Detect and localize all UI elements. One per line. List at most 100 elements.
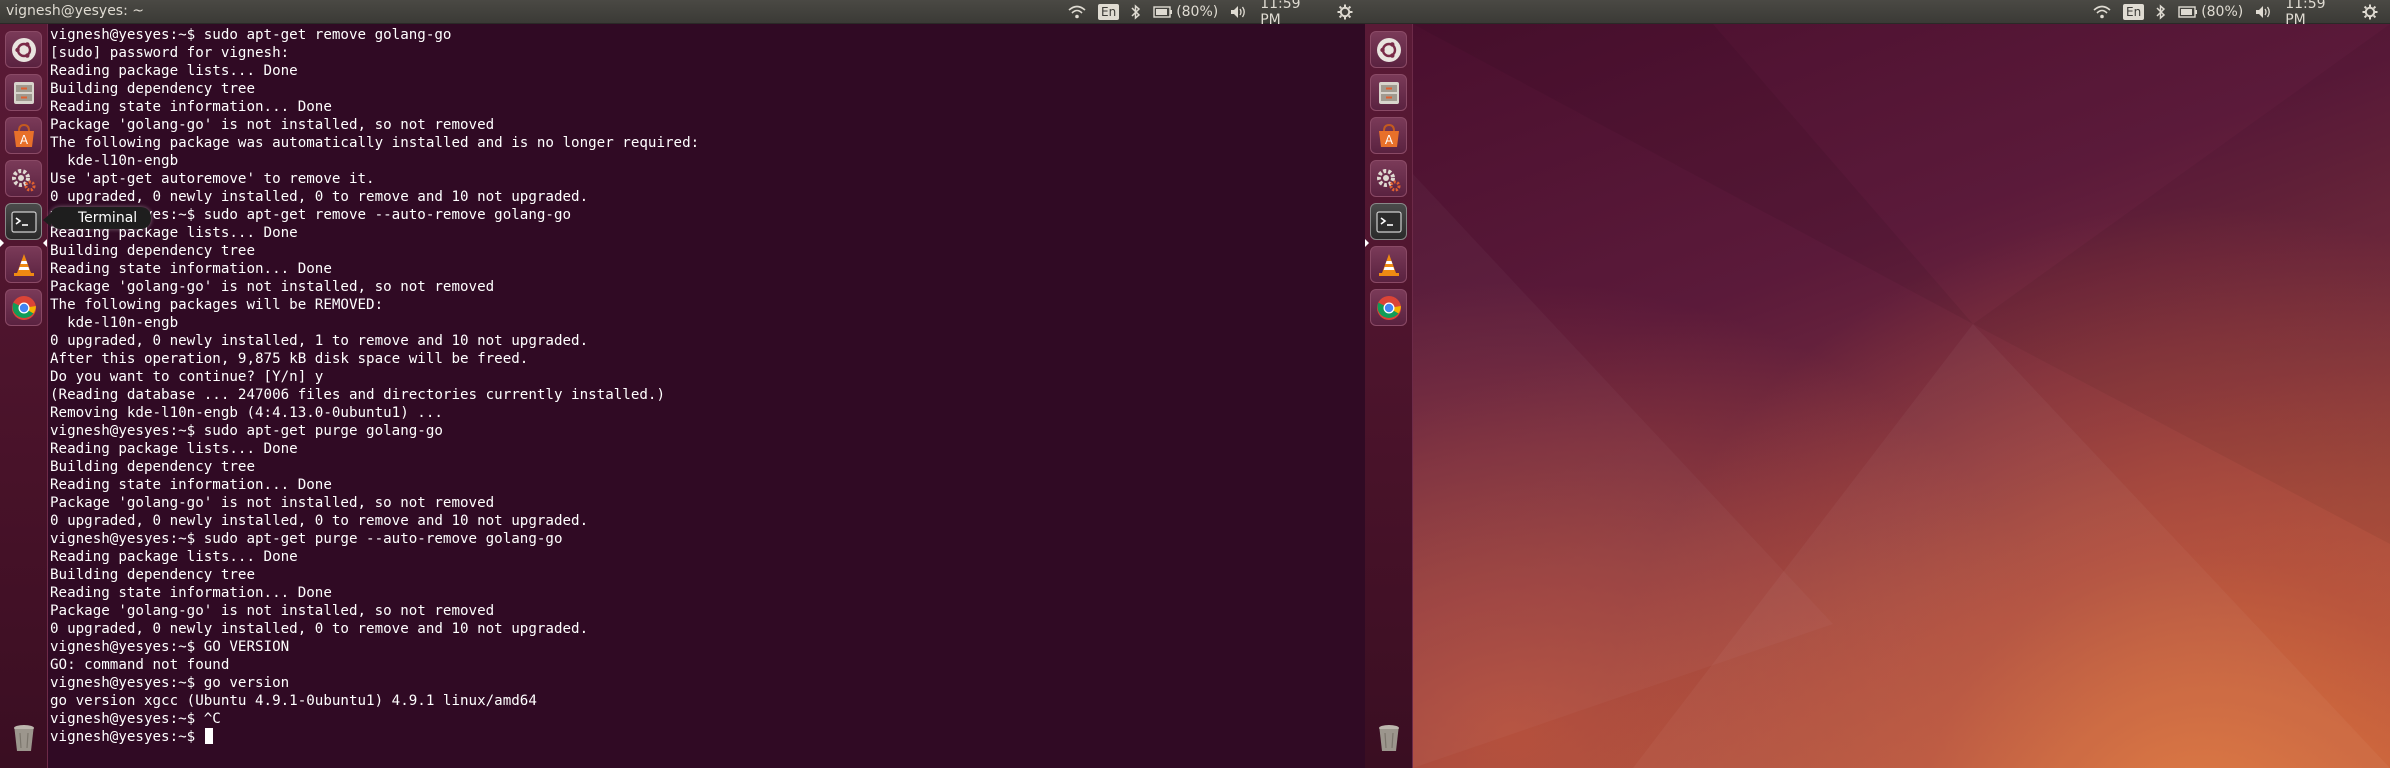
battery-percent: (80%)	[2201, 4, 2244, 20]
battery-icon	[1153, 6, 1173, 18]
terminal-line: vignesh@yesyes:~$ GO VERSION	[50, 639, 290, 655]
terminal-line: Use 'apt-get autoremove' to remove it.	[50, 171, 375, 187]
terminal-line: Package 'golang-go' is not installed, so…	[50, 117, 495, 133]
bluetooth-icon[interactable]	[1131, 4, 1141, 20]
terminal-line: 0 upgraded, 0 newly installed, 0 to remo…	[50, 189, 589, 205]
terminal-line: vignesh@yesyes:~$ ^C	[50, 711, 221, 727]
terminal-line: Package 'golang-go' is not installed, so…	[50, 279, 495, 295]
file-cabinet-icon	[13, 81, 34, 104]
terminal-line: Reading state information... Done	[50, 477, 332, 493]
terminal-line: Reading package lists... Done	[50, 441, 298, 457]
chrome-icon	[1376, 295, 1401, 320]
terminal-button[interactable]	[5, 203, 42, 240]
volume-icon[interactable]	[1230, 5, 1248, 19]
keyboard-layout-indicator[interactable]: En	[2123, 4, 2145, 20]
terminal-line: vignesh@yesyes:~$ sudo apt-get purge gol…	[50, 423, 443, 439]
terminal-line: Building dependency tree	[50, 81, 255, 97]
wifi-icon[interactable]	[2093, 5, 2111, 19]
terminal-line: Reading state information... Done	[50, 585, 332, 601]
settings-gears-icon	[1376, 168, 1400, 191]
gear-icon[interactable]	[1337, 4, 1353, 20]
trash-icon	[13, 724, 34, 751]
terminal-line: kde-l10n-engb	[50, 315, 179, 331]
terminal-line: [sudo] password for vignesh:	[50, 45, 290, 61]
terminal-line: Package 'golang-go' is not installed, so…	[50, 495, 495, 511]
terminal-line: vignesh@yesyes:~$ sudo apt-get purge --a…	[50, 531, 563, 547]
chrome-button[interactable]	[5, 289, 42, 326]
vlc-button[interactable]	[5, 246, 42, 283]
terminal-output: vignesh@yesyes:~$ sudo apt-get remove go…	[50, 26, 699, 746]
svg-text:A: A	[19, 133, 28, 147]
terminal-line: go version xgcc (Ubuntu 4.9.1-0ubuntu1) …	[50, 693, 537, 709]
battery-indicator[interactable]: (80%)	[1153, 4, 1218, 20]
terminal-line: Package 'golang-go' is not installed, so…	[50, 603, 495, 619]
terminal-line: Reading state information... Done	[50, 99, 332, 115]
system-settings-button[interactable]	[5, 160, 42, 197]
trash-button[interactable]	[5, 719, 42, 756]
terminal-line: 0 upgraded, 0 newly installed, 0 to remo…	[50, 621, 589, 637]
terminal-line: kde-l10n-engb	[50, 153, 179, 169]
launcher-right: A	[1365, 24, 1413, 768]
ubuntu-logo-icon	[11, 37, 36, 62]
terminal-line: Building dependency tree	[50, 243, 255, 259]
vlc-button[interactable]	[1370, 246, 1407, 283]
chrome-icon	[11, 295, 36, 320]
volume-icon[interactable]	[2255, 5, 2273, 19]
terminal-window[interactable]: vignesh@yesyes:~$ sudo apt-get remove go…	[48, 24, 1365, 768]
shopping-bag-icon: A	[13, 123, 34, 147]
settings-gears-icon	[11, 168, 35, 191]
system-settings-button[interactable]	[1370, 160, 1407, 197]
terminal-button[interactable]	[1370, 203, 1407, 240]
trash-icon	[1378, 724, 1399, 751]
shopping-bag-icon: A	[1378, 123, 1399, 147]
terminal-line: Reading package lists... Done	[50, 549, 298, 565]
window-title: vignesh@yesyes: ~	[6, 3, 144, 19]
files-button[interactable]	[1370, 74, 1407, 111]
software-center-button[interactable]: A	[5, 117, 42, 154]
terminal-line: GO: command not found	[50, 657, 230, 673]
indicator-area-left: En (80%) 11:59 PM	[1068, 0, 1365, 28]
traffic-cone-icon	[1378, 253, 1399, 276]
running-indicator	[0, 239, 4, 247]
text-cursor	[204, 728, 213, 744]
battery-icon	[2178, 6, 2198, 18]
indicator-area-right: En (80%) 11:59 PM	[2093, 0, 2390, 28]
terminal-line: 0 upgraded, 0 newly installed, 1 to remo…	[50, 333, 589, 349]
wifi-icon[interactable]	[1068, 5, 1086, 19]
ubuntu-logo-icon	[1376, 37, 1401, 62]
battery-percent: (80%)	[1176, 4, 1219, 20]
focus-indicator	[43, 239, 47, 247]
terminal-icon	[10, 210, 37, 233]
terminal-line: vignesh@yesyes:~$ go version	[50, 675, 290, 691]
top-panel-left: vignesh@yesyes: ~ En (80%) 11:59 PM	[0, 0, 1365, 28]
terminal-line: vignesh@yesyes:~$	[50, 728, 699, 746]
terminal-line: Building dependency tree	[50, 459, 255, 475]
terminal-line: The following packages will be REMOVED:	[50, 297, 384, 313]
terminal-line: vignesh@yesyes:~$ sudo apt-get remove go…	[50, 27, 452, 43]
running-indicator	[1365, 239, 1369, 247]
files-button[interactable]	[5, 74, 42, 111]
terminal-line: Reading state information... Done	[50, 261, 332, 277]
terminal-line: (Reading database ... 247006 files and d…	[50, 387, 665, 403]
software-center-button[interactable]: A	[1370, 117, 1407, 154]
dash-home-button[interactable]	[1370, 31, 1407, 68]
dash-home-button[interactable]	[5, 31, 42, 68]
launcher-tooltip: Terminal	[42, 207, 152, 229]
keyboard-layout-indicator[interactable]: En	[1098, 4, 1120, 20]
terminal-icon	[1375, 210, 1402, 233]
terminal-line: Do you want to continue? [Y/n] y	[50, 369, 324, 385]
terminal-line: 0 upgraded, 0 newly installed, 0 to remo…	[50, 513, 589, 529]
svg-text:A: A	[1384, 133, 1393, 147]
terminal-line: Reading package lists... Done	[50, 63, 298, 79]
terminal-line: The following package was automatically …	[50, 135, 700, 151]
traffic-cone-icon	[13, 253, 34, 276]
file-cabinet-icon	[1378, 81, 1399, 104]
battery-indicator[interactable]: (80%)	[2178, 4, 2243, 20]
bluetooth-icon[interactable]	[2156, 4, 2166, 20]
trash-button[interactable]	[1370, 719, 1407, 756]
terminal-line: Removing kde-l10n-engb (4:4.13.0-0ubuntu…	[50, 405, 443, 421]
chrome-button[interactable]	[1370, 289, 1407, 326]
desktop-wallpaper[interactable]	[1413, 24, 2390, 768]
gear-icon[interactable]	[2362, 4, 2378, 20]
launcher-left: A	[0, 24, 48, 768]
